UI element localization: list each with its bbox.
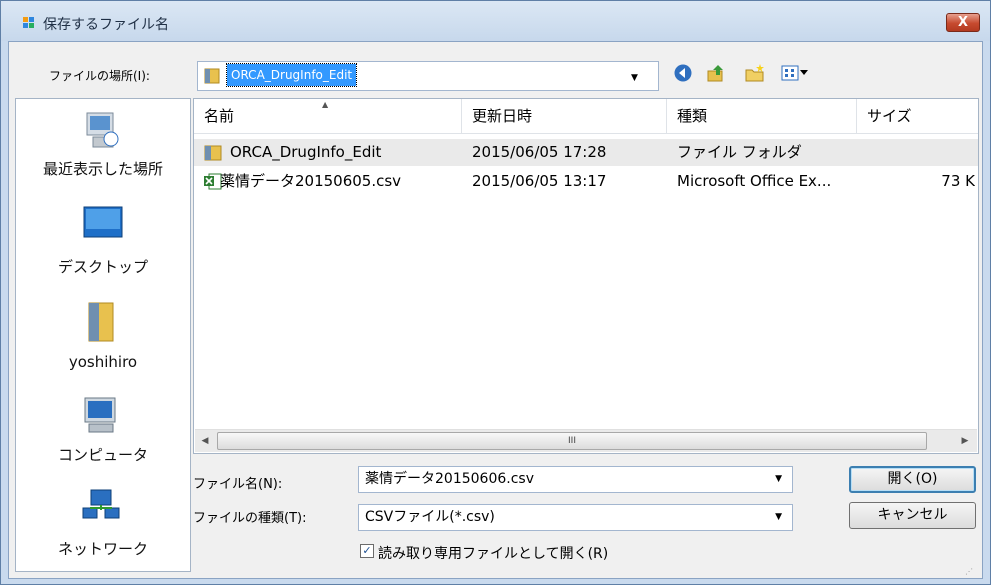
- column-header-modified[interactable]: 更新日時: [462, 99, 667, 134]
- close-button[interactable]: X: [946, 13, 980, 32]
- place-label-user: yoshihiro: [68, 353, 138, 371]
- lookin-value[interactable]: ORCA_DrugInfo_Edit: [225, 63, 358, 87]
- file-size: 73 K: [941, 172, 975, 190]
- scroll-thumb[interactable]: III: [217, 432, 927, 450]
- chevron-down-icon[interactable]: ▼: [775, 467, 782, 492]
- readonly-label[interactable]: 読み取り専用ファイルとして開く(R): [378, 543, 608, 563]
- column-header-size-label: サイズ: [867, 107, 912, 125]
- scroll-thumb-grip: III: [568, 436, 576, 446]
- network-icon: [82, 489, 120, 519]
- place-label-desktop: デスクトップ: [57, 258, 148, 276]
- new-folder-icon[interactable]: [745, 63, 765, 83]
- recent-places-icon: [86, 112, 119, 148]
- save-file-dialog: 保存するファイル名 X ファイルの場所(I): ORCA_DrugInfo_Ed…: [0, 0, 991, 585]
- filename-input[interactable]: 薬情データ20150606.csv ▼: [358, 466, 793, 493]
- place-network[interactable]: ネットワーク: [15, 488, 191, 568]
- up-folder-icon[interactable]: [706, 63, 726, 83]
- filetype-value: CSVファイル(*.csv): [365, 509, 495, 525]
- column-header-type-label: 種類: [677, 107, 708, 125]
- file-name: ORCA_DrugInfo_Edit: [230, 143, 382, 161]
- cancel-button[interactable]: キャンセル: [849, 502, 976, 529]
- open-button[interactable]: 開く(O): [849, 466, 976, 493]
- filename-label: ファイル名(N):: [193, 477, 283, 492]
- column-header-size[interactable]: サイズ: [857, 99, 978, 134]
- table-row[interactable]: ORCA_DrugInfo_Edit 2015/06/05 17:28 ファイル…: [194, 139, 978, 166]
- horizontal-scrollbar[interactable]: ◀ III ▶: [195, 429, 977, 452]
- chevron-down-icon[interactable]: ▼: [775, 505, 782, 530]
- sort-ascending-icon: ▲: [322, 100, 329, 109]
- user-folder-icon: [88, 302, 114, 342]
- file-type: Microsoft Office Ex...: [677, 172, 832, 190]
- place-desktop[interactable]: デスクトップ: [15, 206, 191, 286]
- view-menu-icon[interactable]: [781, 63, 809, 83]
- resize-grip-icon[interactable]: ⋰: [965, 567, 973, 576]
- file-type: ファイル フォルダ: [677, 143, 802, 161]
- computer-icon: [84, 397, 116, 433]
- desktop-icon: [83, 206, 123, 238]
- folder-icon: [204, 145, 222, 161]
- chevron-down-icon[interactable]: ▼: [631, 73, 638, 83]
- file-modified: 2015/06/05 17:28: [472, 143, 607, 161]
- lookin-label: ファイルの場所(I):: [49, 69, 150, 83]
- place-user[interactable]: yoshihiro: [15, 301, 191, 381]
- filetype-select[interactable]: CSVファイル(*.csv) ▼: [358, 504, 793, 531]
- filename-value: 薬情データ20150606.csv: [365, 471, 534, 487]
- title-bar[interactable]: 保存するファイル名 X: [1, 1, 990, 41]
- readonly-checkbox[interactable]: ✓: [360, 544, 374, 558]
- column-header-name-label: 名前: [204, 107, 235, 125]
- file-modified: 2015/06/05 13:17: [472, 172, 607, 190]
- place-label-computer: コンピュータ: [57, 446, 148, 464]
- table-row[interactable]: 薬情データ20150605.csv 2015/06/05 13:17 Micro…: [194, 168, 978, 195]
- filetype-label: ファイルの種類(T):: [193, 511, 307, 526]
- place-label-recent: 最近表示した場所: [42, 160, 163, 178]
- file-list: 名前 ▲ 更新日時 種類 サイズ ORCA_DrugInfo_Edit 2015…: [193, 98, 979, 454]
- scroll-right-icon[interactable]: ▶: [955, 430, 975, 453]
- folder-icon: [204, 68, 220, 84]
- column-header-type[interactable]: 種類: [667, 99, 857, 134]
- back-icon[interactable]: [673, 63, 693, 83]
- column-header-modified-label: 更新日時: [472, 107, 533, 125]
- file-name: 薬情データ20150605.csv: [220, 172, 402, 190]
- place-computer[interactable]: コンピュータ: [15, 396, 191, 476]
- scroll-left-icon[interactable]: ◀: [195, 430, 215, 453]
- dialog-app-icon: [23, 17, 34, 28]
- place-label-network: ネットワーク: [57, 540, 148, 558]
- dialog-title: 保存するファイル名: [43, 17, 169, 33]
- column-header-name[interactable]: 名前 ▲: [194, 99, 462, 134]
- place-recent[interactable]: 最近表示した場所: [15, 109, 191, 189]
